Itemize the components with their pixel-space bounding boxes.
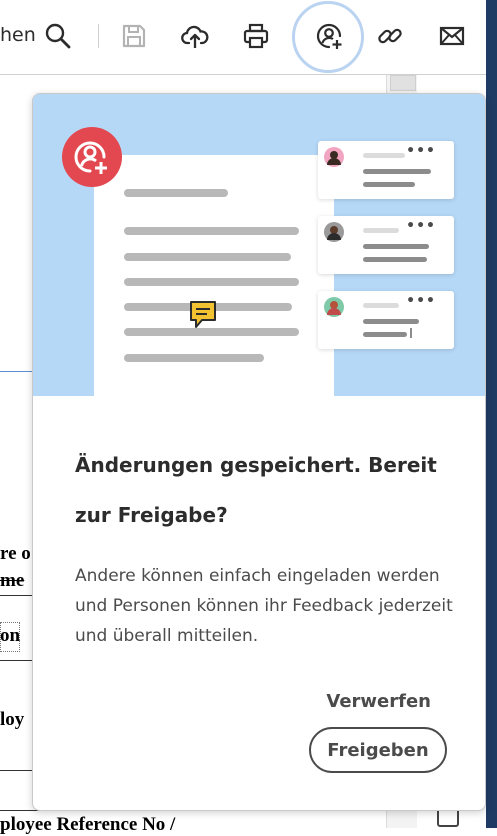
- share-prompt-popover: ••• ••• ••• Änderungen gespeichert. Bere…: [32, 93, 486, 811]
- illustration-text-line: [124, 253, 291, 261]
- document-table-line: [0, 595, 32, 596]
- popover-title: Änderungen gespeichert. Bereit zur Freig…: [75, 440, 455, 540]
- document-table-line: [0, 770, 32, 771]
- document-fragment: me: [0, 570, 25, 591]
- toolbar: hen: [0, 0, 486, 75]
- illustration-text-line: [363, 153, 405, 158]
- popover-title-line: zur Freigabe?: [75, 503, 228, 527]
- avatar: [324, 147, 344, 167]
- document-fragment: on: [0, 625, 21, 646]
- search-icon[interactable]: [43, 20, 73, 52]
- illustration-text-line: [363, 169, 431, 174]
- document-table-line: [0, 660, 32, 661]
- illustration-text-line: [363, 244, 429, 249]
- more-options-icon: •••: [406, 143, 436, 159]
- discard-button[interactable]: Verwerfen: [321, 686, 431, 716]
- toolbar-separator: [98, 24, 99, 48]
- illustration-text-line: [124, 278, 299, 286]
- truncated-tool-label[interactable]: hen: [0, 24, 36, 46]
- illustration-text-line: [124, 227, 299, 235]
- illustration-text-line: [363, 303, 399, 308]
- avatar: [324, 222, 344, 242]
- document-scrollbar-thumb[interactable]: [390, 75, 416, 91]
- share-user-icon[interactable]: [314, 20, 344, 52]
- cloud-upload-icon[interactable]: [180, 20, 210, 52]
- share-user-badge-icon: [62, 127, 122, 187]
- popover-description: Andere können einfach eingeladen werden …: [75, 566, 453, 646]
- email-icon[interactable]: [437, 20, 467, 52]
- illustration-text-line: [363, 182, 415, 187]
- illustration-comment-card: •••: [318, 291, 454, 349]
- share-button[interactable]: Freigeben: [309, 727, 447, 773]
- illustration-text-line: [124, 189, 228, 197]
- share-illustration: ••• ••• •••: [33, 94, 485, 396]
- more-options-icon: •••: [406, 293, 436, 309]
- popover-title-line: Änderungen gespeichert. Bereit: [75, 453, 437, 477]
- illustration-text-line: [124, 354, 264, 362]
- document-fragment: re o: [0, 543, 31, 564]
- document-fragment: loy: [0, 709, 25, 730]
- illustration-text-line: [363, 319, 419, 324]
- link-icon[interactable]: [375, 20, 405, 52]
- text-cursor: [410, 328, 412, 338]
- document-fragment: ployee Reference No /: [0, 814, 176, 835]
- illustration-comment-card: •••: [318, 141, 454, 199]
- illustration-comment-card: •••: [318, 216, 454, 274]
- illustration-document: [94, 155, 334, 396]
- window-edge: [486, 0, 497, 828]
- save-icon[interactable]: [119, 20, 149, 52]
- illustration-text-line: [363, 332, 407, 337]
- more-options-icon: •••: [406, 218, 436, 234]
- illustration-text-line: [363, 228, 399, 233]
- illustration-text-line: [363, 257, 427, 262]
- comment-bubble-icon: [190, 301, 216, 328]
- print-icon[interactable]: [241, 20, 271, 52]
- avatar: [324, 297, 344, 317]
